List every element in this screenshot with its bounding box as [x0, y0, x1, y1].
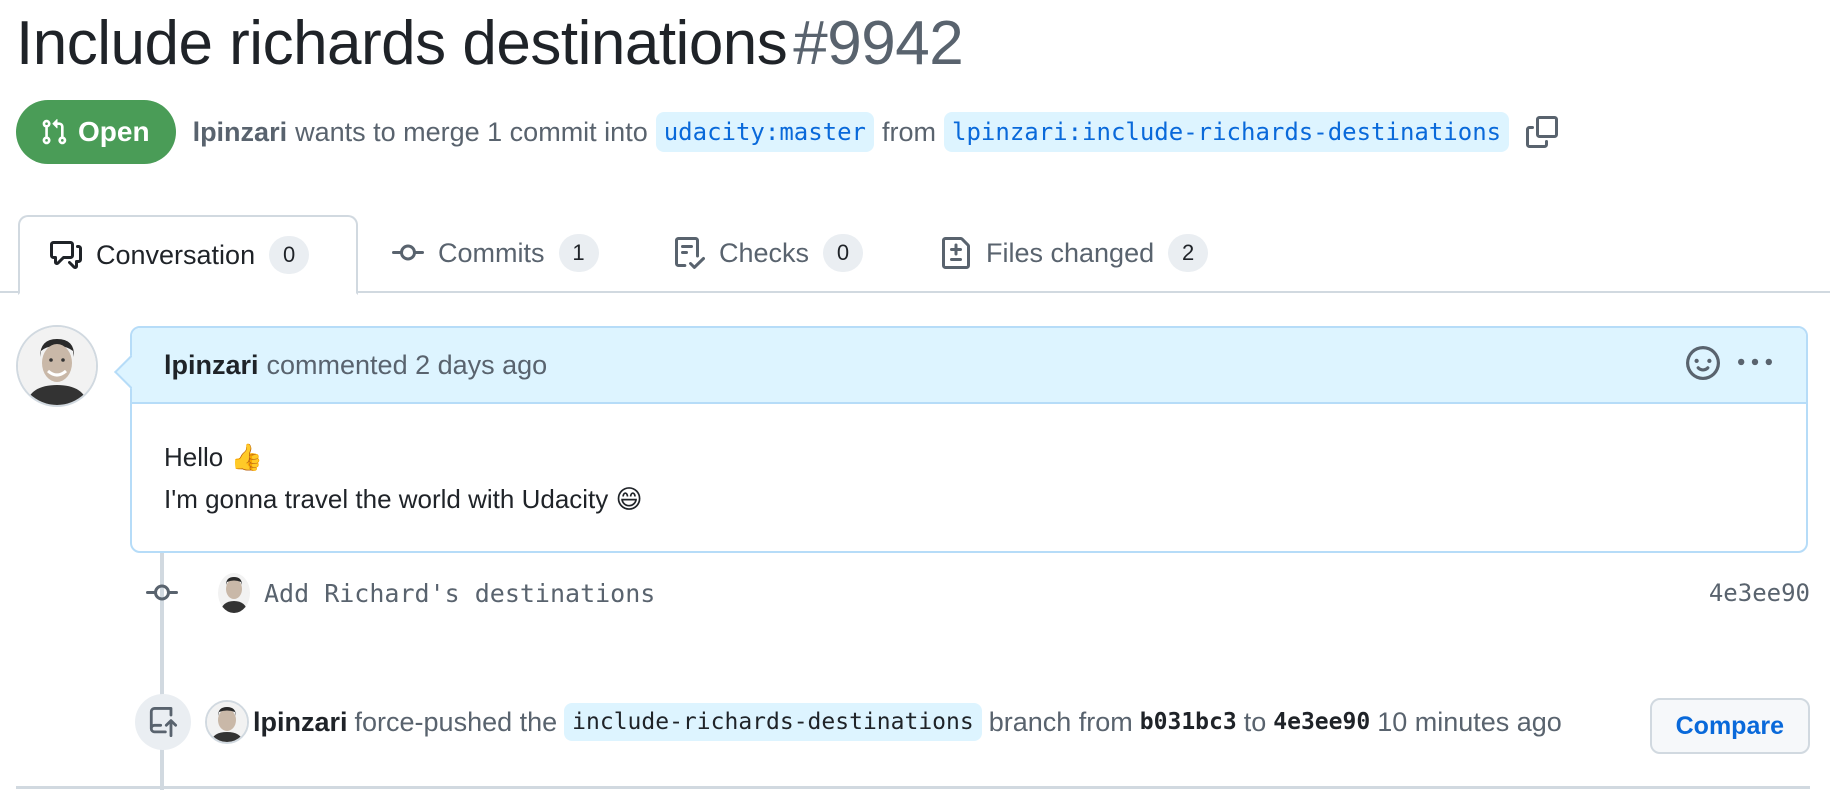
merge-summary: lpinzari wants to merge 1 commit into ud… — [193, 112, 1560, 152]
timeline-divider — [16, 786, 1810, 789]
force-push-badge — [135, 694, 191, 750]
comment-meta[interactable]: commented 2 days ago — [267, 350, 548, 381]
merge-text: wants to merge 1 commit into — [295, 116, 648, 147]
file-diff-icon — [942, 237, 970, 269]
head-branch[interactable]: lpinzari:include-richards-destinations — [944, 112, 1510, 152]
tab-files-changed-count: 2 — [1168, 234, 1209, 272]
commit-sha-link[interactable]: 4e3ee90 — [1709, 579, 1810, 607]
person-avatar-icon — [207, 702, 247, 742]
pusher-avatar[interactable] — [205, 700, 249, 744]
tab-commits[interactable]: Commits 1 — [392, 213, 599, 293]
git-commit-icon — [392, 244, 424, 261]
commit-author-avatar[interactable] — [218, 573, 250, 613]
from-sha-link[interactable]: b031bc3 — [1140, 709, 1237, 735]
pr-tabs: Conversation 0 Commits 1 Checks 0 Files … — [0, 213, 1830, 295]
comment-box: lpinzari commented 2 days ago Hello 👍 I'… — [130, 326, 1808, 553]
pr-author-link[interactable]: lpinzari — [193, 117, 288, 148]
force-push-event: lpinzari force-pushed the include-richar… — [135, 694, 1810, 754]
pushed-branch[interactable]: include-richards-destinations — [564, 703, 982, 741]
comment-options-button[interactable] — [1738, 346, 1772, 387]
pr-title: Include richards destinations#9942 — [16, 8, 964, 79]
git-commit-icon — [146, 584, 178, 601]
compare-button[interactable]: Compare — [1649, 698, 1810, 754]
pusher-link[interactable]: lpinzari — [253, 707, 348, 738]
person-avatar-icon — [218, 573, 250, 613]
comment-body: Hello 👍 I'm gonna travel the world with … — [164, 436, 643, 520]
comment-author-link[interactable]: lpinzari — [164, 350, 259, 381]
commit-event: Add Richard's destinations 4e3ee90 — [146, 570, 1810, 616]
tab-files-changed[interactable]: Files changed 2 — [940, 213, 1209, 293]
author-avatar[interactable] — [16, 325, 98, 407]
smiley-icon — [1686, 346, 1720, 380]
commit-message-link[interactable]: Add Richard's destinations — [264, 579, 655, 608]
add-reaction-button[interactable] — [1686, 346, 1720, 387]
repo-push-icon — [149, 707, 178, 737]
git-pull-request-icon — [42, 119, 67, 145]
copy-branch-button[interactable] — [1525, 115, 1559, 149]
pr-state-row: Open lpinzari wants to merge 1 commit in… — [16, 100, 1559, 164]
from-text: from — [882, 116, 937, 147]
tab-conversation-label: Conversation — [96, 239, 256, 270]
comment-line-1: Hello 👍 — [164, 442, 263, 472]
checklist-icon — [675, 237, 705, 269]
push-time[interactable]: 10 minutes ago — [1377, 707, 1562, 738]
force-push-text: force-pushed the — [354, 706, 558, 737]
tab-files-changed-label: Files changed — [986, 237, 1155, 268]
pr-title-text: Include richards destinations — [16, 9, 788, 78]
person-avatar-icon — [18, 327, 96, 405]
to-sha-link[interactable]: 4e3ee90 — [1273, 709, 1370, 735]
tab-conversation[interactable]: Conversation 0 — [18, 215, 358, 295]
kebab-horizontal-icon — [1738, 358, 1772, 366]
tab-checks-count: 0 — [823, 234, 864, 272]
copy-icon — [1526, 116, 1559, 148]
branch-from-text: branch from — [988, 706, 1133, 737]
tab-checks-label: Checks — [719, 237, 810, 268]
base-branch[interactable]: udacity:master — [655, 112, 875, 152]
tab-commits-count: 1 — [558, 234, 599, 272]
open-state-label: Open — [78, 116, 150, 147]
tab-conversation-count: 0 — [269, 236, 310, 274]
tab-commits-label: Commits — [438, 237, 545, 268]
comment-header: lpinzari commented 2 days ago — [132, 328, 1806, 404]
open-state-badge: Open — [16, 100, 176, 164]
pr-number: #9942 — [793, 9, 964, 78]
comment-actions — [1686, 346, 1772, 387]
tab-checks[interactable]: Checks 0 — [673, 213, 864, 293]
force-push-summary: lpinzari force-pushed the include-richar… — [253, 703, 1562, 741]
comment-line-2: I'm gonna travel the world with Udacity … — [164, 484, 643, 514]
to-text: to — [1243, 706, 1267, 737]
comment-discussion-icon — [50, 241, 82, 269]
